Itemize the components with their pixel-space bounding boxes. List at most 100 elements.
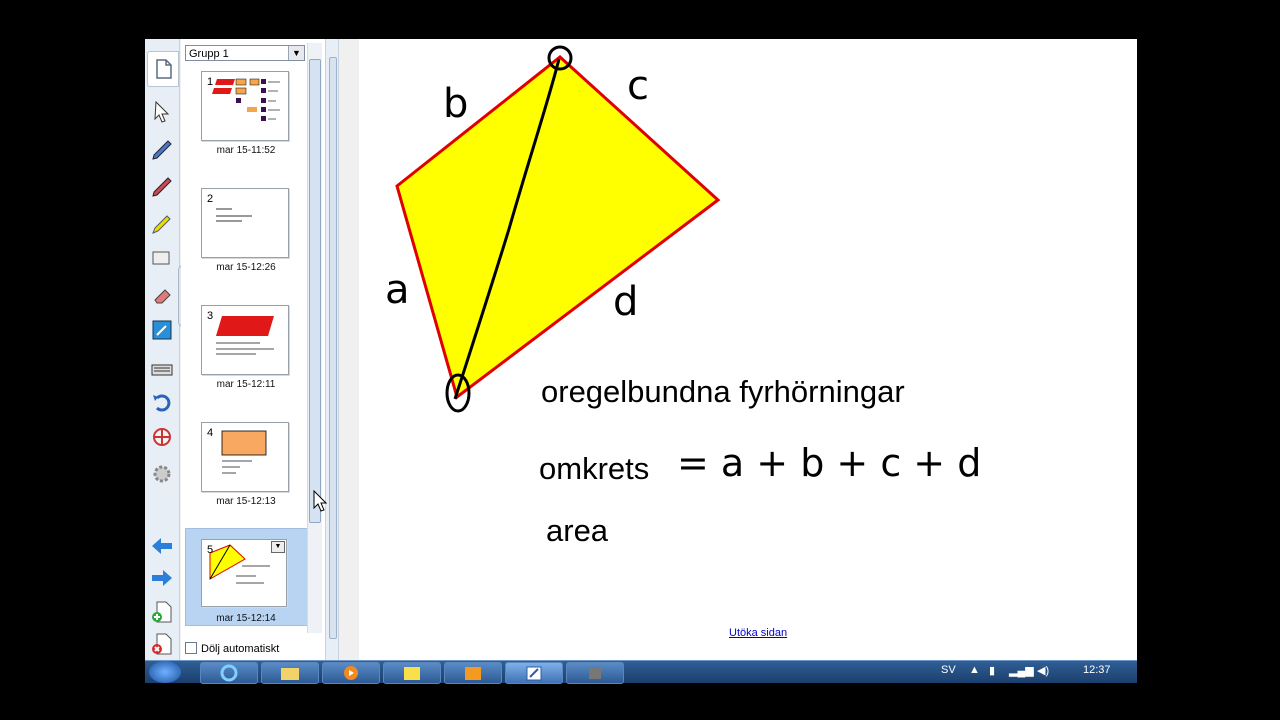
start-button[interactable]	[149, 661, 181, 683]
undo-icon	[153, 394, 171, 412]
pen-tool-button[interactable]	[149, 137, 175, 163]
extend-page-link[interactable]: Utöka sidan	[729, 627, 787, 639]
auto-hide-label: Dölj automatiskt	[201, 643, 280, 655]
pen-icon	[152, 140, 172, 160]
media-player-icon	[344, 666, 358, 680]
chevron-down-icon: ▼	[288, 46, 304, 60]
tray-up-arrow-icon[interactable]: ▲	[969, 664, 980, 676]
select-arrow-icon	[154, 100, 170, 123]
volume-icon[interactable]: ◀)	[1037, 664, 1049, 677]
text-tool-button[interactable]	[149, 317, 175, 343]
next-page-button[interactable]	[149, 565, 175, 591]
creative-pen-icon	[152, 177, 172, 197]
smart-notebook-window: Grupp 1 ▼ 1 mar 15-11:52 2 mar 15-12:26 …	[145, 39, 1137, 660]
internet-explorer-icon	[220, 664, 238, 682]
folder-icon	[281, 668, 299, 680]
taskbar-recorder-button[interactable]	[566, 662, 624, 684]
quadrilateral-drawing	[395, 45, 721, 413]
page-2-preview	[216, 208, 252, 222]
outlook-icon	[465, 667, 481, 680]
taskbar-app-button[interactable]	[383, 662, 441, 684]
forward-arrow-icon	[152, 570, 172, 586]
clock[interactable]: 12:37	[1083, 664, 1111, 676]
page-1-preview	[212, 78, 280, 121]
area-word: area	[546, 513, 609, 548]
recorder-icon	[589, 668, 601, 679]
page-thumbnail-1[interactable]: 1	[201, 71, 289, 141]
page-thumbnail-5[interactable]: 5 ▼	[201, 539, 287, 607]
sticky-note-icon	[404, 667, 420, 680]
sorter-scrollbar[interactable]	[307, 43, 322, 633]
splitter-grip[interactable]	[329, 57, 337, 639]
notebook-icon	[526, 666, 542, 681]
taskbar-media-button[interactable]	[322, 662, 380, 684]
page-timestamp: mar 15-12:14	[216, 613, 276, 624]
page-number: 1	[207, 76, 214, 88]
move-icon	[153, 428, 171, 446]
eraser-button[interactable]	[149, 282, 175, 308]
highlighter-icon	[152, 215, 171, 234]
page-4-preview	[221, 430, 267, 474]
page-number: 3	[207, 310, 214, 322]
side-label-c: c	[627, 63, 649, 109]
keyboard-icon	[151, 364, 173, 376]
group-dropdown-value: Grupp 1	[189, 48, 229, 60]
page-number: 4	[207, 427, 214, 439]
mouse-cursor-icon	[313, 490, 327, 512]
tool-rail	[145, 39, 180, 660]
page-thumbnail-2[interactable]: 2	[201, 188, 289, 258]
creative-pen-button[interactable]	[149, 174, 175, 200]
move-tool-button[interactable]	[149, 424, 175, 450]
page-3-preview	[216, 316, 274, 355]
previous-page-button[interactable]	[149, 533, 175, 559]
keyboard-button[interactable]	[149, 357, 175, 383]
page-menu-dropdown[interactable]: ▼	[271, 541, 285, 553]
taskbar-ie-button[interactable]	[200, 662, 258, 684]
language-indicator[interactable]: SV	[941, 664, 956, 676]
side-label-b: b	[443, 81, 469, 127]
eraser-icon	[154, 289, 171, 304]
page-thumbnail-3[interactable]: 3	[201, 305, 289, 375]
page-timestamp: mar 15-12:11	[216, 379, 276, 390]
auto-hide-checkbox[interactable]: Dölj automatiskt	[185, 642, 279, 655]
perimeter-formula: = a + b + c + d	[677, 441, 982, 485]
delete-page-button[interactable]	[149, 631, 175, 657]
network-icon[interactable]: ▂▄▆	[1009, 664, 1034, 677]
properties-icon	[153, 465, 171, 483]
side-label-a: a	[385, 267, 410, 313]
whiteboard-canvas[interactable]: b c a d oregelbundna fyrhörningar omkret…	[359, 39, 1137, 660]
page-sorter-tab[interactable]	[147, 51, 179, 87]
shape-recognition-button[interactable]	[149, 244, 175, 270]
back-arrow-icon	[152, 538, 172, 554]
side-label-d: d	[613, 279, 639, 325]
delete-page-icon	[152, 633, 172, 655]
sorter-scroll-thumb[interactable]	[309, 59, 321, 523]
taskbar-notebook-button[interactable]	[505, 662, 563, 684]
page-number: 2	[207, 193, 214, 205]
checkbox-box[interactable]	[185, 642, 197, 654]
highlighter-button[interactable]	[149, 211, 175, 237]
add-page-button[interactable]	[149, 599, 175, 625]
text-icon	[152, 320, 172, 340]
group-dropdown[interactable]: Grupp 1 ▼	[185, 45, 305, 61]
page-sorter-panel: Grupp 1 ▼ 1 mar 15-11:52 2 mar 15-12:26 …	[181, 39, 325, 660]
battery-icon[interactable]: ▮	[989, 664, 995, 677]
taskbar-explorer-button[interactable]	[261, 662, 319, 684]
title-text: oregelbundna fyrhörningar	[541, 374, 905, 409]
perimeter-word: omkrets	[539, 451, 650, 486]
page-timestamp: mar 15-12:13	[216, 496, 276, 507]
page-timestamp: mar 15-12:26	[216, 262, 276, 273]
page-sorter-icon	[156, 59, 172, 79]
shape-recognition-icon	[152, 251, 170, 265]
undo-button[interactable]	[149, 389, 175, 415]
page-thumbnail-4[interactable]: 4	[201, 422, 289, 492]
select-tool-button[interactable]	[149, 99, 175, 125]
system-tray: SV ▲ ▮ ▂▄▆ ◀) 12:37	[933, 661, 1133, 683]
windows-taskbar: SV ▲ ▮ ▂▄▆ ◀) 12:37	[145, 660, 1137, 684]
page-number: 5	[207, 544, 214, 556]
properties-button[interactable]	[149, 461, 175, 487]
add-page-icon	[152, 601, 172, 623]
page-timestamp: mar 15-11:52	[216, 145, 276, 156]
panel-splitter[interactable]	[325, 39, 339, 660]
taskbar-outlook-button[interactable]	[444, 662, 502, 684]
